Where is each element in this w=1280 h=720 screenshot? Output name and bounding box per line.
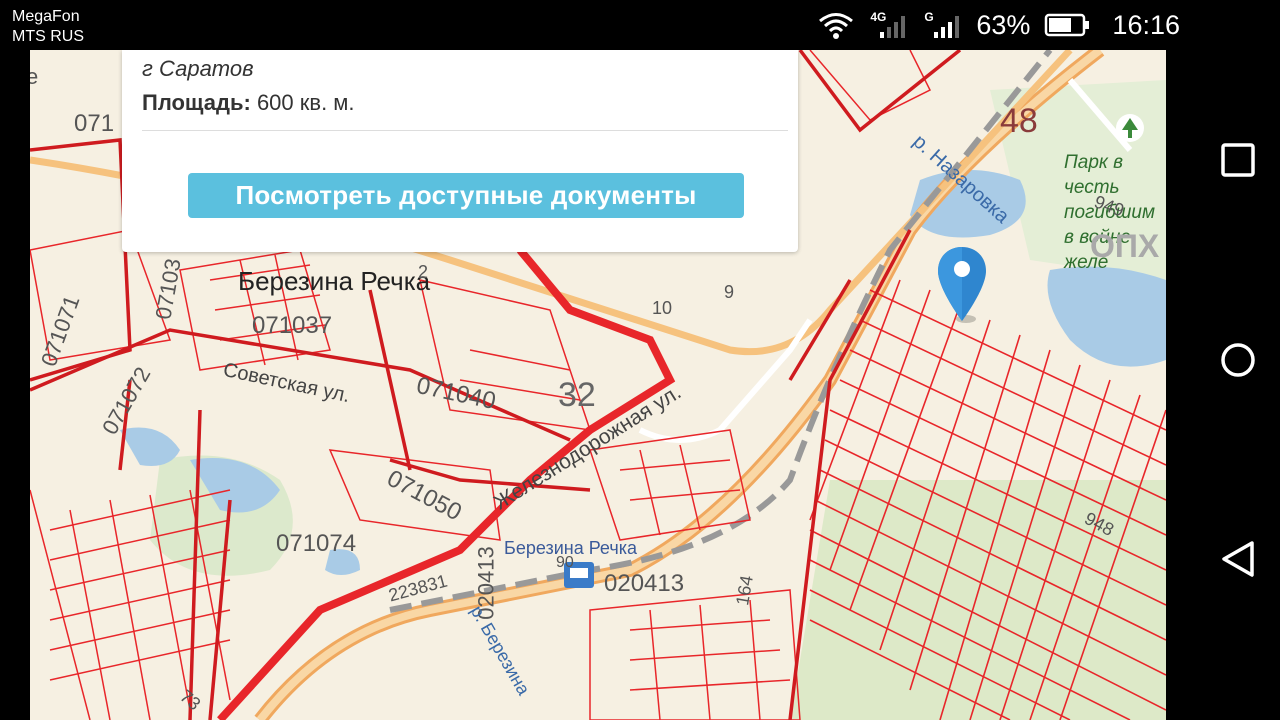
cadastral-map[interactable]: е 071 Березина Речка 2 071037 071071 071…: [30, 50, 1166, 720]
label-071037: 071037: [252, 312, 333, 339]
label-num-2: 2: [418, 262, 429, 282]
label-071: 071: [74, 110, 115, 137]
square-icon: [1221, 143, 1255, 177]
wifi-icon: [818, 10, 854, 40]
clock: 16:16: [1112, 9, 1180, 40]
popup-area-label: Площадь:: [142, 90, 251, 115]
popup-area-row: Площадь: 600 кв. м.: [142, 90, 355, 116]
label-9: 9: [724, 282, 735, 302]
signal-g-icon: G: [922, 10, 962, 40]
circle-icon: [1221, 343, 1255, 377]
carrier-info: MegaFon MTS RUS: [12, 7, 84, 47]
label-48: 48: [1000, 102, 1038, 140]
label-071074: 071074: [276, 530, 357, 557]
label-10: 10: [652, 298, 673, 318]
back-button[interactable]: [1216, 537, 1260, 581]
label-opx: ОПХ: [1090, 228, 1160, 264]
popup-area-value: 600 кв. м.: [250, 90, 355, 115]
carrier-primary: MegaFon: [12, 8, 80, 25]
battery-icon: [1044, 10, 1090, 40]
label-32: 32: [558, 376, 596, 414]
pond-1: [120, 427, 180, 466]
label-90: 90: [556, 554, 574, 571]
label-edge-e: е: [30, 64, 39, 89]
parcel-info-popup: г Саратов Площадь: 600 кв. м. Посмотреть…: [122, 50, 798, 252]
signal-4g-icon: 4G: [868, 10, 908, 40]
label-village: Березина Речка: [238, 266, 431, 296]
view-documents-button[interactable]: Посмотреть доступные документы: [188, 173, 744, 218]
recent-apps-button[interactable]: [1216, 138, 1260, 182]
status-bar: MegaFon MTS RUS 4G G 63% 16:16: [0, 0, 1280, 50]
back-triangle-icon: [1222, 541, 1254, 577]
popup-divider: [142, 130, 788, 131]
lake-east: [1047, 266, 1166, 367]
carrier-secondary: MTS RUS: [12, 28, 84, 45]
popup-city: г Саратов: [142, 56, 254, 81]
status-icons: 4G G 63% 16:16: [818, 0, 1180, 50]
navigation-bar: [1196, 50, 1280, 720]
home-button[interactable]: [1216, 338, 1260, 382]
location-pin-icon[interactable]: [936, 245, 988, 325]
label-020413-horizontal: 020413: [604, 570, 685, 597]
battery-percent: 63%: [976, 9, 1031, 40]
